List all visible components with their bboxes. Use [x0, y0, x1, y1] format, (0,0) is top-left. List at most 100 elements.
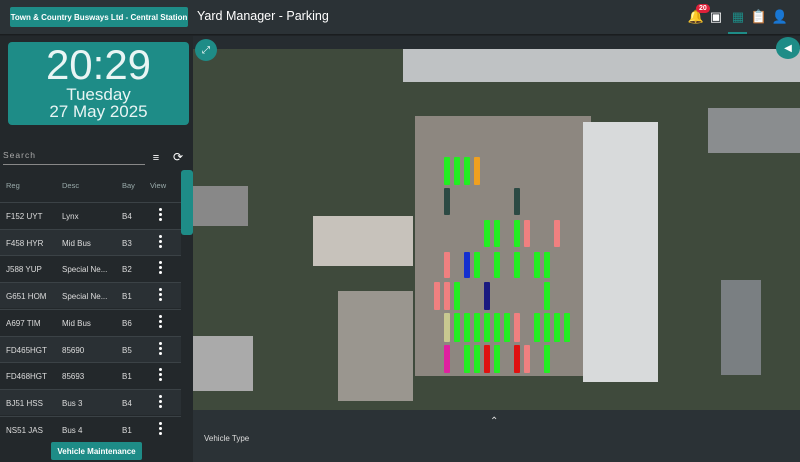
bus-marker[interactable] [464, 313, 470, 342]
search-input[interactable]: Search [3, 150, 145, 165]
bus-marker[interactable] [544, 282, 550, 310]
col-bay[interactable]: Bay [122, 181, 135, 190]
bus-marker[interactable] [444, 313, 450, 342]
bus-marker[interactable] [534, 313, 540, 342]
collapse-panel-icon[interactable]: ◀ [776, 37, 800, 59]
reg-cell: NS51 JAS [6, 425, 43, 435]
desc-cell: Lynx [62, 212, 79, 221]
bus-marker[interactable] [514, 252, 520, 278]
table-row[interactable]: F458 HYR Mid Bus B3 [0, 228, 181, 255]
vehicle-maintenance-button[interactable]: Vehicle Maintenance [51, 442, 142, 460]
map-building [313, 216, 413, 266]
bus-marker[interactable] [444, 345, 450, 373]
bus-marker[interactable] [474, 157, 480, 185]
bus-marker[interactable] [464, 345, 470, 373]
refresh-icon[interactable]: ⟳ [170, 149, 186, 165]
desc-cell: Bus 4 [62, 425, 83, 435]
reg-cell: J588 YUP [6, 265, 42, 275]
bus-marker[interactable] [494, 220, 500, 247]
chevron-up-icon[interactable]: ⌃ [490, 416, 498, 427]
col-reg[interactable]: Reg [6, 181, 20, 190]
map-top-strip [193, 36, 800, 49]
bus-marker[interactable] [464, 252, 470, 278]
bus-marker[interactable] [474, 252, 480, 278]
bus-marker[interactable] [454, 313, 460, 342]
table-row[interactable]: J588 YUP Special Ne... B2 [0, 255, 181, 282]
bus-marker[interactable] [444, 282, 450, 310]
table-row[interactable]: FD465HGT 85690 B5 [0, 335, 181, 362]
user-icon[interactable]: 👤 [772, 9, 788, 25]
table-row[interactable]: G651 HOM Special Ne... B1 [0, 282, 181, 309]
more-options-icon[interactable] [159, 421, 163, 435]
desc-cell: Special Ne... [62, 292, 108, 302]
table-row[interactable]: F152 UYT Lynx B4 [0, 202, 181, 228]
more-options-icon[interactable] [159, 314, 163, 328]
bus-marker[interactable] [504, 313, 510, 342]
bus-marker[interactable] [514, 345, 520, 373]
bus-marker[interactable] [484, 282, 490, 310]
bus-marker[interactable] [554, 220, 560, 247]
expand-icon[interactable]: ⤢ [195, 39, 217, 61]
table-row[interactable]: FD468HGT 85693 B1 [0, 362, 181, 389]
hierarchy-icon[interactable]: ▦ [730, 9, 746, 25]
bay-cell: B3 [122, 238, 132, 248]
filter-icon[interactable]: ≡ [148, 150, 164, 166]
bus-marker[interactable] [544, 313, 550, 342]
desc-cell: Mid Bus [62, 318, 91, 328]
bay-cell: B2 [122, 265, 132, 275]
bus-marker[interactable] [494, 313, 500, 342]
bus-marker[interactable] [484, 345, 490, 373]
desc-cell: 85690 [62, 345, 85, 355]
map-building [193, 186, 248, 226]
bus-marker[interactable] [454, 282, 460, 310]
bus-marker[interactable] [444, 188, 450, 215]
yard-map[interactable] [193, 36, 800, 410]
more-options-icon[interactable] [159, 394, 163, 408]
bus-marker[interactable] [524, 220, 530, 247]
vehicle-type-label: Vehicle Type [204, 434, 250, 443]
bus-marker[interactable] [434, 282, 440, 310]
table-row[interactable]: NS51 JAS Bus 4 B1 [0, 415, 181, 442]
more-options-icon[interactable] [159, 208, 163, 221]
bus-marker[interactable] [484, 220, 490, 247]
bus-marker[interactable] [534, 252, 540, 278]
more-options-icon[interactable] [159, 234, 163, 248]
bus-marker[interactable] [544, 345, 550, 373]
bus-marker[interactable] [514, 313, 520, 342]
table-row[interactable]: BJ51 HSS Bus 3 B4 [0, 388, 181, 415]
bus-marker[interactable] [474, 313, 480, 342]
reg-cell: FD465HGT [6, 345, 47, 355]
reg-cell: F152 UYT [6, 212, 43, 221]
bus-marker[interactable] [494, 345, 500, 373]
map-building [193, 336, 253, 391]
table-row[interactable]: A697 TIM Mid Bus B6 [0, 308, 181, 335]
more-options-icon[interactable] [159, 341, 163, 355]
more-options-icon[interactable] [159, 261, 163, 275]
bus-marker[interactable] [544, 252, 550, 278]
bus-marker[interactable] [454, 157, 460, 185]
more-options-icon[interactable] [159, 288, 163, 302]
bus-marker[interactable] [444, 157, 450, 185]
bus-marker[interactable] [514, 220, 520, 247]
more-options-icon[interactable] [159, 368, 163, 382]
depot-building [583, 122, 658, 382]
bus-marker[interactable] [564, 313, 570, 342]
col-desc[interactable]: Desc [62, 181, 79, 190]
station-button[interactable]: Town & Country Busways Ltd - Central Sta… [10, 7, 188, 27]
desc-cell: 85693 [62, 372, 85, 382]
bus-marker[interactable] [524, 345, 530, 373]
bus-marker[interactable] [484, 313, 490, 342]
map-building [403, 49, 800, 82]
scrollbar[interactable] [181, 170, 193, 235]
bay-cell: B5 [122, 345, 132, 355]
clipboard-edit-icon[interactable]: 📋 [751, 9, 767, 25]
bus-marker[interactable] [474, 345, 480, 373]
reg-cell: F458 HYR [6, 238, 44, 248]
bus-marker[interactable] [494, 252, 500, 278]
home-user-icon[interactable]: ▣ [708, 9, 724, 25]
bus-marker[interactable] [514, 188, 520, 215]
bus-marker[interactable] [554, 313, 560, 342]
bus-marker[interactable] [464, 157, 470, 185]
desc-cell: Bus 3 [62, 398, 83, 408]
bus-marker[interactable] [444, 252, 450, 278]
